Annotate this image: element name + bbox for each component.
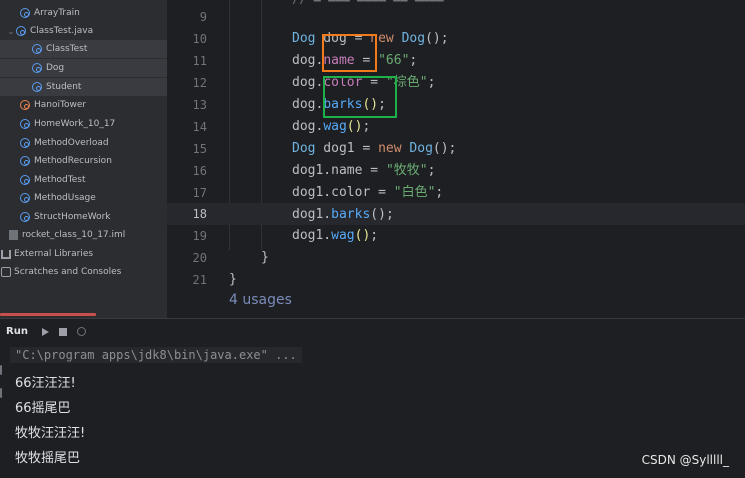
class-icon (20, 193, 30, 203)
stop-icon[interactable] (58, 327, 67, 336)
code-closing-brace: } (229, 272, 237, 287)
code-line-17[interactable]: dog1.barks(); (167, 182, 745, 222)
console-output-line: 66摇尾巴 (15, 401, 71, 416)
class-icon (20, 138, 30, 148)
tree-item-label: HomeWork_10_17 (34, 119, 116, 129)
settings-icon[interactable] (76, 327, 86, 336)
tree-item-methodrecursion[interactable]: MethodRecursion (0, 152, 167, 170)
tree-item-label: MethodTest (34, 175, 86, 185)
tree-item-label: StructHomeWork (34, 212, 111, 222)
annotation-box-fields (322, 34, 377, 72)
run-console[interactable]: "C:\program apps\jdk8\bin\java.exe" ... … (0, 344, 745, 478)
class-icon (32, 63, 42, 73)
class-icon (20, 212, 30, 222)
tree-item-label: MethodRecursion (34, 156, 112, 166)
console-command-line: "C:\program apps\jdk8\bin\java.exe" ... (10, 347, 302, 363)
tree-item-arraytrain[interactable]: ArrayTrain (0, 4, 167, 22)
tree-item-classtest[interactable]: ClassTest (0, 40, 167, 58)
code-line-18[interactable]: dog1.wag(); (167, 203, 745, 243)
tree-item-label: ArrayTrain (34, 8, 80, 18)
class-icon (20, 8, 30, 18)
tree-item-student[interactable]: Student (0, 78, 167, 96)
tree-item-methodusage[interactable]: MethodUsage (0, 189, 167, 207)
tree-item-dog[interactable]: Dog (0, 59, 167, 77)
tree-item-methodoverload[interactable]: MethodOverload (0, 134, 167, 152)
console-marker-icon (0, 365, 3, 375)
tree-item-label: Scratches and Consoles (14, 267, 122, 277)
tree-item-label: HanoiTower (34, 100, 87, 110)
class-icon (20, 119, 30, 129)
code-line-11[interactable]: dog.color = "棕色"; (167, 50, 745, 90)
clipped-comment-line: // ▬ ▬▬▬ ▬▬▬▬ ▬▬ ▬▬▬▬ (292, 0, 592, 4)
tree-item-label: Student (46, 82, 82, 92)
tree-item-label: ClassTest.java (30, 26, 94, 36)
code-line-12[interactable]: dog.barks(); (167, 72, 745, 112)
code-line-10[interactable]: dog.name = "66"; (167, 28, 745, 68)
tab-run[interactable]: Run (6, 326, 28, 337)
class-icon (32, 82, 42, 92)
chevron-down-icon[interactable]: ⌄ (6, 27, 16, 36)
tree-item-label: MethodOverload (34, 138, 109, 148)
code-line-16[interactable]: dog1.color = "白色"; (167, 160, 745, 200)
class-icon (20, 175, 30, 185)
code-line-14[interactable]: Dog dog1 = new Dog(); (167, 116, 745, 156)
tree-item-classtest-java[interactable]: ⌄ ClassTest.java (0, 22, 167, 40)
error-indicator-strip (0, 313, 96, 316)
tree-item-external-libraries[interactable]: External Libraries (0, 245, 167, 263)
code-line-19[interactable]: } (167, 225, 745, 265)
class-icon (32, 44, 42, 54)
console-marker-icon (0, 388, 3, 398)
usages-hint[interactable]: 4 usages (229, 292, 292, 308)
class-icon (16, 26, 26, 36)
tree-item-methodtest[interactable]: MethodTest (0, 171, 167, 189)
console-output-line: 牧牧汪汪汪! (15, 426, 86, 441)
tree-item-label: ClassTest (46, 44, 88, 54)
run-toolbar: Run (0, 318, 745, 344)
tree-item-label: Dog (46, 63, 65, 73)
code-line-15[interactable]: dog1.name = "牧牧"; (167, 138, 745, 178)
tree-item-hanoitower[interactable]: HanoiTower (0, 96, 167, 114)
class-main-icon (20, 100, 30, 110)
tree-item-label: MethodUsage (34, 193, 96, 203)
code-line-13[interactable]: dog.wag(); (167, 94, 745, 134)
console-output-line: 牧牧摇尾巴 (15, 451, 81, 466)
tree-item-homework[interactable]: HomeWork_10_17 (0, 115, 167, 133)
class-icon (20, 156, 30, 166)
project-tree-panel: ArrayTrain ⌄ ClassTest.java ClassTest Do… (0, 0, 167, 318)
tree-item-label: External Libraries (14, 249, 94, 259)
tree-item-structhomework[interactable]: StructHomeWork (0, 208, 167, 226)
annotation-box-methods (323, 76, 397, 118)
code-line-20[interactable]: } (167, 247, 745, 287)
tree-item-iml-file[interactable]: rocket_class_10_17.iml (0, 226, 167, 244)
scratch-icon (1, 267, 11, 277)
library-icon (1, 249, 11, 259)
tree-item-label: rocket_class_10_17.iml (22, 230, 126, 240)
rerun-icon[interactable] (41, 327, 49, 336)
code-editor[interactable]: // ▬ ▬▬▬ ▬▬▬▬ ▬▬ ▬▬▬▬ 9 10 11 12 13 14 1… (167, 0, 745, 318)
csdn-watermark: CSDN @Sylllll_ (641, 453, 729, 467)
console-output-line: 66汪汪汪! (15, 376, 76, 391)
code-line-9[interactable]: Dog dog = new Dog(); (167, 6, 745, 46)
tree-item-scratches[interactable]: Scratches and Consoles (0, 263, 167, 281)
iml-file-icon (9, 230, 18, 240)
